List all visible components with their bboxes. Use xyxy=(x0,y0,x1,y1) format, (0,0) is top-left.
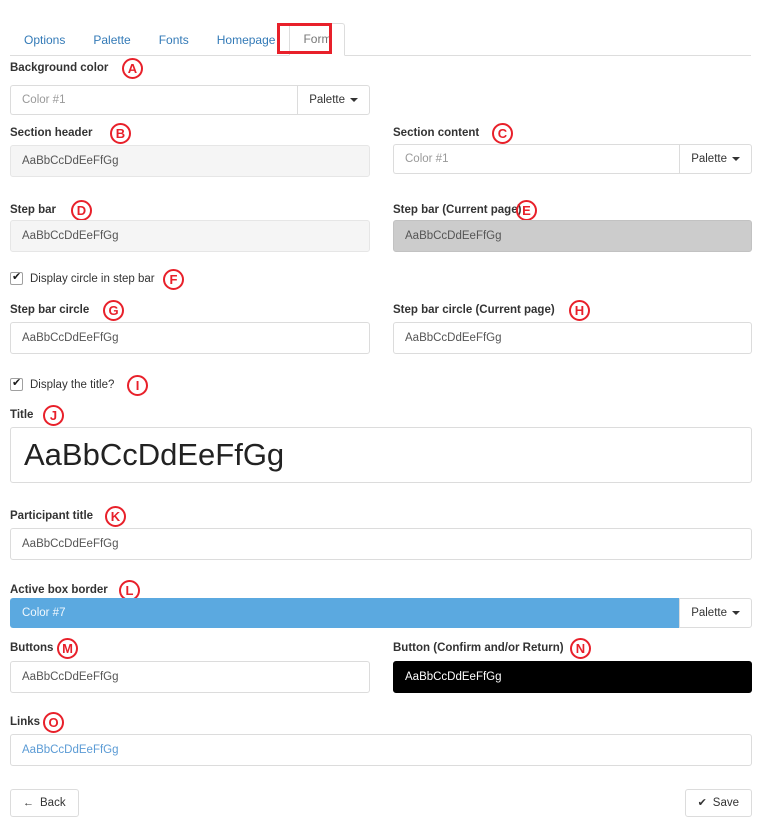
display-title-checkbox-row[interactable]: Display the title? xyxy=(10,377,115,391)
section-header-preview[interactable]: AaBbCcDdEeFfGg xyxy=(10,145,370,177)
label-button-confirm: Button (Confirm and/or Return) xyxy=(393,642,564,654)
annotation-marker-h: H xyxy=(569,300,590,321)
title-preview[interactable]: AaBbCcDdEeFfGg xyxy=(10,427,752,483)
label-active-box-border: Active box border xyxy=(10,584,108,596)
arrow-left-icon: ← xyxy=(23,796,34,809)
background-color-input-group: Color #1 Palette xyxy=(10,85,370,115)
annotation-marker-d: D xyxy=(71,200,92,221)
annotation-marker-i: I xyxy=(127,375,148,396)
tab-fonts[interactable]: Fonts xyxy=(145,24,203,56)
palette-button-label: Palette xyxy=(691,607,727,619)
check-icon: ✔ xyxy=(697,796,707,809)
label-background-color: Background color xyxy=(10,62,109,74)
label-step-bar: Step bar xyxy=(10,204,57,216)
background-color-input[interactable]: Color #1 xyxy=(10,85,298,115)
tab-homepage[interactable]: Homepage xyxy=(203,24,290,56)
label-buttons: Buttons xyxy=(10,642,54,654)
buttons-preview[interactable]: AaBbCcDdEeFfGg xyxy=(10,661,370,693)
annotation-marker-e: E xyxy=(516,200,537,221)
display-circle-checkbox-row[interactable]: Display circle in step bar xyxy=(10,271,155,285)
background-color-palette-button[interactable]: Palette xyxy=(297,85,370,115)
section-content-palette-button[interactable]: Palette xyxy=(679,144,752,174)
back-button[interactable]: ← Back xyxy=(10,789,79,817)
section-content-input-group: Color #1 Palette xyxy=(393,144,752,174)
active-box-border-input[interactable]: Color #7 xyxy=(10,598,680,628)
label-step-bar-circle: Step bar circle xyxy=(10,304,90,316)
step-bar-circle-preview[interactable]: AaBbCcDdEeFfGg xyxy=(10,322,370,354)
label-title: Title xyxy=(10,409,34,421)
check-icon[interactable] xyxy=(10,377,23,391)
step-bar-current-preview[interactable]: AaBbCcDdEeFfGg xyxy=(393,220,752,252)
annotation-marker-g: G xyxy=(103,300,124,321)
label-section-content: Section content xyxy=(393,127,480,139)
annotation-marker-b: B xyxy=(110,123,131,144)
back-button-label: Back xyxy=(40,797,66,809)
annotation-marker-c: C xyxy=(492,123,513,144)
label-section-header: Section header xyxy=(10,127,93,139)
display-circle-label: Display circle in step bar xyxy=(30,272,155,285)
tab-palette[interactable]: Palette xyxy=(79,24,144,56)
button-confirm-preview[interactable]: AaBbCcDdEeFfGg xyxy=(393,661,752,693)
palette-button-label: Palette xyxy=(691,153,727,165)
label-step-bar-current: Step bar (Current page) xyxy=(393,204,522,216)
save-button[interactable]: ✔ Save xyxy=(684,789,752,817)
step-bar-circle-current-preview[interactable]: AaBbCcDdEeFfGg xyxy=(393,322,752,354)
annotation-marker-j: J xyxy=(43,405,64,426)
annotation-marker-f: F xyxy=(163,269,184,290)
chevron-down-icon xyxy=(732,157,740,161)
tab-form[interactable]: Form xyxy=(289,23,346,56)
annotation-marker-n: N xyxy=(570,638,591,659)
display-title-label: Display the title? xyxy=(30,378,115,391)
label-participant-title: Participant title xyxy=(10,510,94,522)
chevron-down-icon xyxy=(732,611,740,615)
links-preview[interactable]: AaBbCcDdEeFfGg xyxy=(10,734,752,766)
form-settings-page: Options Palette Fonts Homepage Form Back… xyxy=(0,0,761,824)
check-icon[interactable] xyxy=(10,271,23,285)
section-content-input[interactable]: Color #1 xyxy=(393,144,680,174)
annotation-marker-a: A xyxy=(122,58,143,79)
tab-bar: Options Palette Fonts Homepage Form xyxy=(10,22,751,56)
active-box-border-palette-button[interactable]: Palette xyxy=(679,598,752,628)
step-bar-preview[interactable]: AaBbCcDdEeFfGg xyxy=(10,220,370,252)
annotation-marker-k: K xyxy=(105,506,126,527)
label-step-bar-circle-current: Step bar circle (Current page) xyxy=(393,304,555,316)
palette-button-label: Palette xyxy=(309,94,345,106)
annotation-marker-m: M xyxy=(57,638,78,659)
save-button-label: Save xyxy=(712,797,739,809)
annotation-marker-o: O xyxy=(43,712,64,733)
tab-options[interactable]: Options xyxy=(10,24,79,56)
label-links: Links xyxy=(10,716,41,728)
participant-title-preview[interactable]: AaBbCcDdEeFfGg xyxy=(10,528,752,560)
active-box-border-input-group: Color #7 Palette xyxy=(10,598,752,628)
chevron-down-icon xyxy=(350,98,358,102)
